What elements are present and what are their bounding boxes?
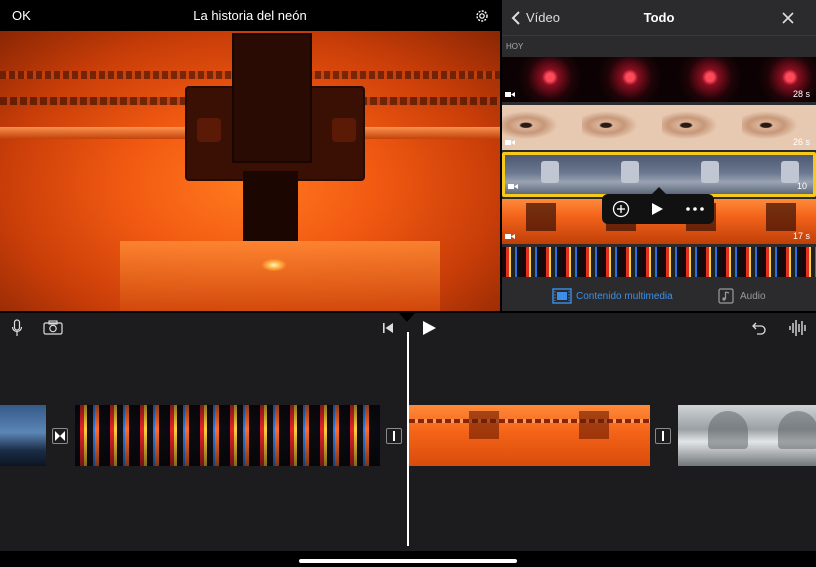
timeline-clip[interactable] [75,405,380,466]
media-clip[interactable] [502,247,816,277]
camera-icon[interactable] [43,320,63,335]
video-camera-icon [505,92,515,97]
transition-button[interactable] [52,428,68,444]
timeline-clip[interactable] [409,405,650,466]
cross-dissolve-icon [55,431,65,441]
no-transition-icon [393,431,395,441]
browser-title: Todo [643,10,675,25]
project-title: La historia del neón [193,8,307,23]
playhead-line[interactable] [407,332,409,546]
gear-icon[interactable] [474,8,490,24]
home-indicator-area [0,551,816,567]
media-clip[interactable]: 26 s [502,105,816,150]
clip-action-popover [602,187,714,224]
tab-media-label: Contenido multimedia [576,291,673,302]
browser-tab-bar: Contenido multimedia Audio [502,280,816,311]
film-strip-icon [552,288,572,304]
home-indicator[interactable] [299,559,517,563]
audio-waveform-icon[interactable] [788,318,808,338]
play-icon[interactable] [421,320,437,336]
browser-header: Vídeo Todo [502,0,816,36]
ellipsis-icon[interactable] [686,207,704,211]
clip-duration: 28 s [792,89,810,99]
top-bar: OK La historia del neón [0,0,500,31]
play-icon[interactable] [650,202,664,216]
timeline-clip[interactable] [678,405,816,466]
tab-audio-label: Audio [740,291,766,302]
close-icon[interactable] [780,10,796,26]
clip-duration: 10 [796,181,807,191]
skip-to-start-icon[interactable] [382,322,394,334]
microphone-icon[interactable] [11,319,23,337]
timeline-clip[interactable] [0,405,46,466]
playhead-marker[interactable] [399,313,415,322]
transition-button[interactable] [386,428,402,444]
machine-spindle [243,171,298,241]
timeline[interactable] [0,313,816,551]
section-header: HOY [506,42,524,51]
clip-duration: 26 s [792,137,810,147]
machine-bed [120,241,440,311]
laser-spark [262,259,286,271]
plus-circle-icon[interactable] [612,200,630,218]
music-note-icon [718,288,734,304]
video-viewer[interactable] [0,31,500,311]
video-camera-icon [508,184,518,189]
media-clip[interactable]: 28 s [502,57,816,102]
machine-carriage [185,33,365,181]
media-browser: Vídeo Todo HOY 28 s 26 s 10 17 s Conteni… [502,0,816,311]
clip-duration: 17 s [792,231,810,241]
no-transition-icon [662,431,664,441]
video-camera-icon [505,234,515,239]
video-camera-icon [505,140,515,145]
transition-button[interactable] [655,428,671,444]
undo-icon[interactable] [751,320,767,336]
